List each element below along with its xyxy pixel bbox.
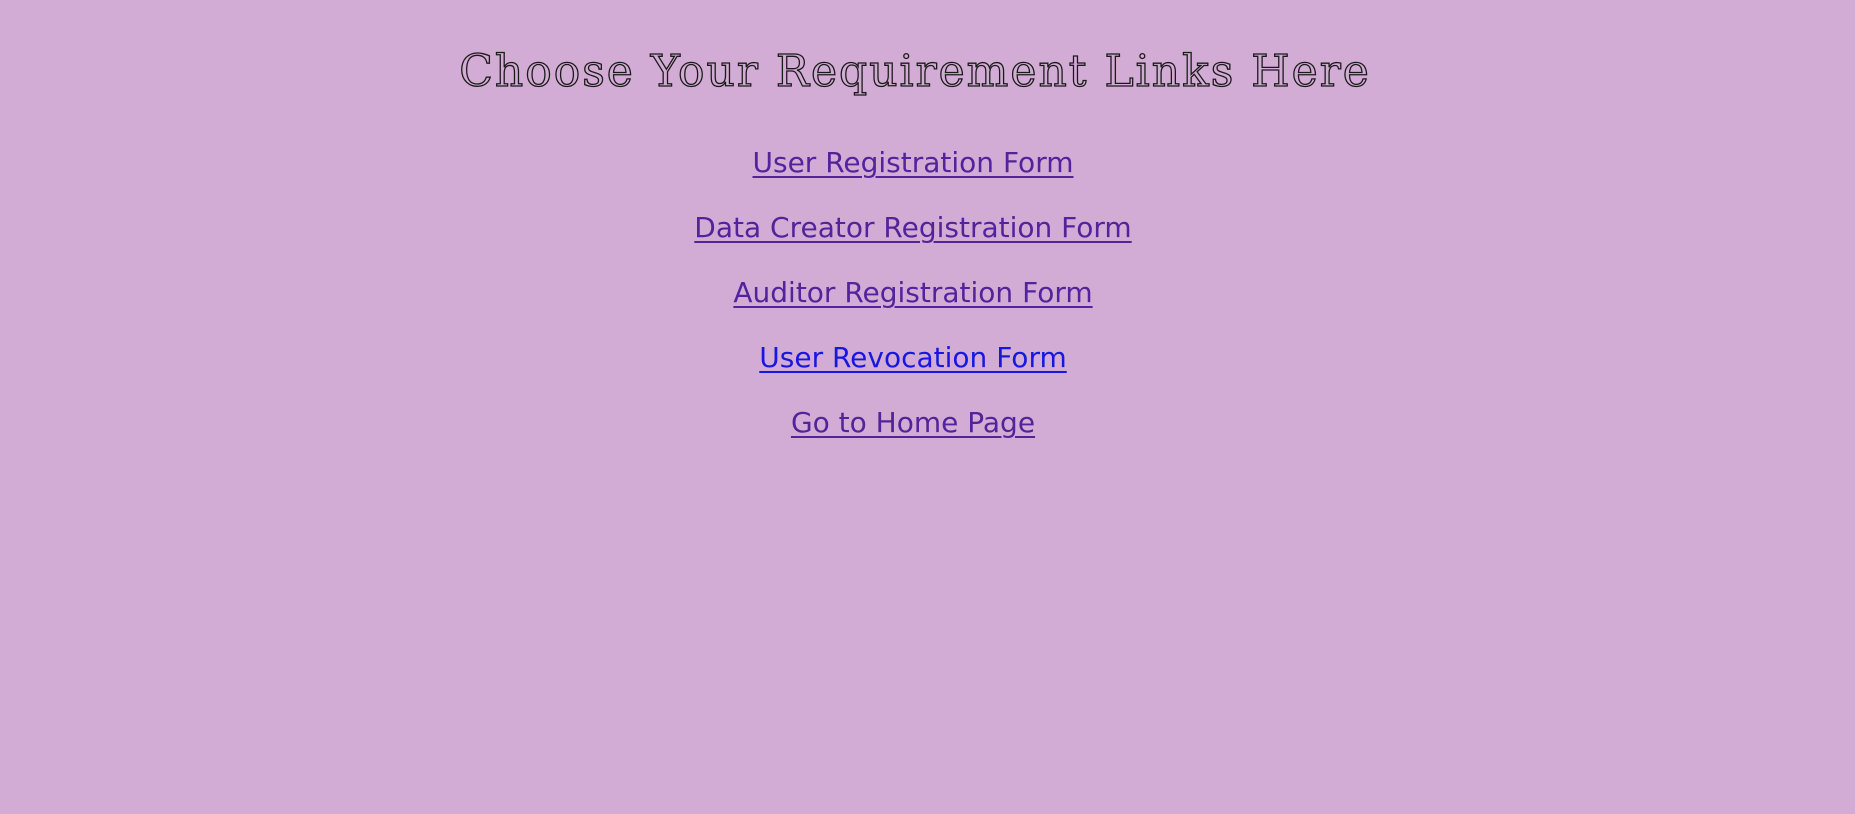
page-title: Choose Your Requirement Links Here [459,45,1371,97]
requirement-links: User Registration Form Data Creator Regi… [0,140,1826,465]
data-creator-registration-form-link[interactable]: Data Creator Registration Form [694,205,1131,270]
user-revocation-form-link[interactable]: User Revocation Form [759,335,1066,400]
page: Choose Your Requirement Links Here User … [0,0,1855,814]
auditor-registration-form-link[interactable]: Auditor Registration Form [733,270,1092,335]
user-registration-form-link[interactable]: User Registration Form [752,140,1073,205]
home-page-link[interactable]: Go to Home Page [791,400,1035,465]
